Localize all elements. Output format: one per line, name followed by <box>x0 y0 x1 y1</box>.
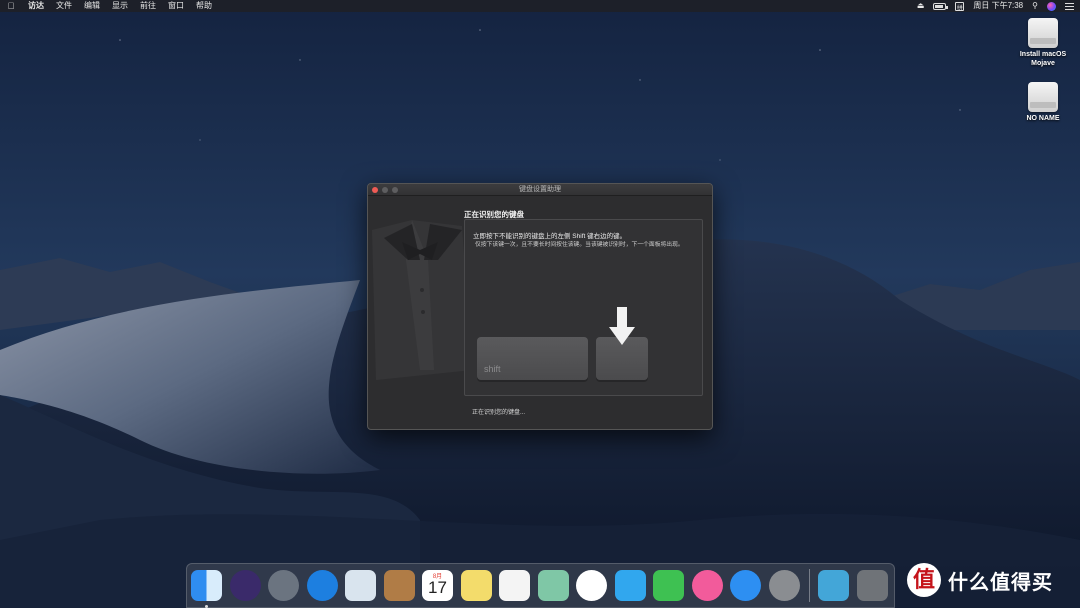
photos-icon[interactable] <box>576 570 607 601</box>
safari-icon[interactable] <box>306 570 338 601</box>
shift-key-label: shift <box>484 364 501 374</box>
external-drive-icon <box>1028 18 1058 48</box>
menu-go[interactable]: 前往 <box>134 0 162 12</box>
menu-finder[interactable]: 访达 <box>22 0 50 12</box>
status-text: 正在识别您的键盘... <box>472 410 526 416</box>
menu-clock[interactable]: 周日 下午7:38 <box>973 0 1023 12</box>
calendar-day: 17 <box>428 578 447 597</box>
system-preferences-icon[interactable] <box>768 570 800 601</box>
notification-center-icon[interactable] <box>1065 2 1074 10</box>
menu-bar:  访达 文件 编辑 显示 前往 窗口 帮助 ⏏ 拼 周日 下午7:38 ⚲ <box>0 0 1080 12</box>
eject-icon[interactable]: ⏏ <box>917 0 925 12</box>
menu-help[interactable]: 帮助 <box>190 0 218 12</box>
reminders-icon[interactable] <box>499 570 530 601</box>
facetime-icon[interactable] <box>653 570 684 601</box>
itunes-icon[interactable] <box>691 570 723 601</box>
desktop-drive-install-macos[interactable]: Install macOS Mojave <box>1013 18 1073 68</box>
zoom-button <box>392 187 398 193</box>
notes-icon[interactable] <box>460 570 492 601</box>
menu-file[interactable]: 文件 <box>50 0 78 12</box>
keyboard-setup-assistant-window: 键盘设置助理 正在识别您的键盘 立即按下不能识别的键盘上的左侧 Shift 键右… <box>367 183 713 430</box>
apple-icon[interactable]:  <box>0 1 22 11</box>
instruction-text: 立即按下不能识别的键盘上的左侧 Shift 键右边的键。 <box>473 233 627 240</box>
watermark-text: 什么值得买 <box>948 571 1053 594</box>
spotlight-search-icon[interactable]: ⚲ <box>1032 0 1038 12</box>
menu-edit[interactable]: 编辑 <box>78 0 106 12</box>
battery-level <box>935 4 944 8</box>
watermark: 值 什么值得买 <box>907 563 1053 597</box>
tuxedo-illustration <box>372 220 472 380</box>
mail-icon[interactable] <box>345 570 376 601</box>
menu-window[interactable]: 窗口 <box>162 0 190 12</box>
window-title: 键盘设置助理 <box>519 186 561 193</box>
maps-icon[interactable] <box>537 570 569 601</box>
finder-icon[interactable] <box>191 570 222 608</box>
close-button[interactable] <box>372 187 378 193</box>
external-drive-icon <box>1028 82 1058 112</box>
app-store-icon[interactable] <box>730 570 761 601</box>
instruction-note: 仅按下该键一次，且不要长时间按住该键。当该键被识别时，下一个面板将出现。 <box>475 242 684 248</box>
shift-key-illustration: shift <box>477 337 588 380</box>
siri-icon[interactable] <box>229 570 261 601</box>
dock-separator <box>809 569 810 602</box>
desktop-drive-no-name[interactable]: NO NAME <box>1013 82 1073 123</box>
menu-view[interactable]: 显示 <box>106 0 134 12</box>
messages-icon[interactable] <box>614 570 646 601</box>
down-arrow-icon <box>609 307 635 345</box>
contacts-icon[interactable] <box>383 570 415 601</box>
watermark-logo: 值 <box>907 563 941 597</box>
launchpad-icon[interactable] <box>268 570 299 601</box>
downloads-icon[interactable] <box>818 570 849 601</box>
dock: 8月 17 <box>186 563 895 608</box>
menu-extras: ⏏ 拼 周日 下午7:38 ⚲ <box>908 0 1080 12</box>
minimize-button <box>382 187 388 193</box>
siri-icon[interactable] <box>1047 1 1056 11</box>
battery-icon[interactable] <box>933 2 949 10</box>
window-title-bar[interactable]: 键盘设置助理 <box>368 184 712 196</box>
drive-label: NO NAME <box>1026 115 1060 122</box>
instruction-panel: 立即按下不能识别的键盘上的左侧 Shift 键右边的键。 仅按下该键一次，且不要… <box>464 219 703 396</box>
input-method-icon[interactable]: 拼 <box>955 1 965 12</box>
trash-icon[interactable] <box>856 570 888 601</box>
drive-label: Install macOS Mojave <box>1019 51 1067 67</box>
calendar-icon[interactable]: 8月 17 <box>422 570 453 601</box>
